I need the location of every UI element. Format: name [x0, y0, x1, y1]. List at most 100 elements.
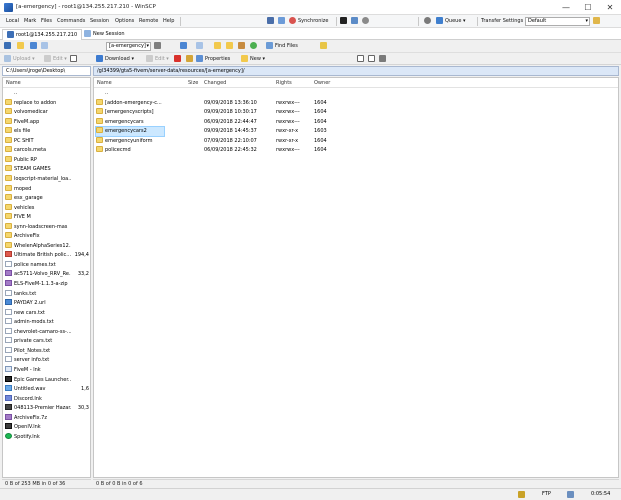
new-button[interactable]: New ▾: [241, 55, 265, 64]
local-edit-button[interactable]: Edit ▾: [44, 55, 67, 64]
remote-file-row[interactable]: policecmd 06/09/2018 22:45:32 rwxrwx--- 160…: [94, 146, 618, 155]
local-file-row[interactable]: volvomedicar: [3, 108, 90, 117]
download-button[interactable]: Download ▾: [96, 55, 134, 64]
local-file-row[interactable]: Pilot_Notes.txt: [3, 346, 90, 356]
remote-col-owner[interactable]: Owner: [314, 80, 330, 86]
local-back-button[interactable]: [30, 42, 39, 51]
local-file-row[interactable]: els file: [3, 127, 90, 136]
local-folder-button[interactable]: [17, 42, 26, 51]
menu-mark[interactable]: Mark: [24, 18, 36, 24]
local-file-row[interactable]: ac5711-Volvo_RRV_Re... 33,2: [3, 270, 90, 279]
local-file-row[interactable]: server info.txt: [3, 356, 90, 365]
remote-file-row[interactable]: ..: [94, 89, 618, 98]
local-file-row[interactable]: private cars.txt: [3, 337, 90, 346]
remote-back-button[interactable]: [180, 42, 189, 51]
remote-col-name[interactable]: Name: [97, 80, 112, 86]
remote-file-row[interactable]: [emergencyscripts] 09/09/2018 10:30:17 rwx…: [94, 108, 618, 117]
menu-files[interactable]: Files: [41, 18, 52, 24]
filter-toggle-button[interactable]: [379, 55, 388, 64]
remote-file-pane[interactable]: Name Size Changed Rights Owner .. [addon-…: [93, 77, 619, 478]
queue-settings-button[interactable]: [424, 17, 433, 26]
local-path-bar[interactable]: C:\Users\jroge\Desktop\: [2, 66, 91, 76]
tab-new-session[interactable]: New Session: [80, 29, 129, 40]
local-open-button[interactable]: [4, 42, 13, 51]
remote-filter-button[interactable]: [154, 42, 163, 51]
local-file-row[interactable]: Untitled.wav 1,6: [3, 385, 90, 394]
remote-refresh-button[interactable]: [250, 42, 259, 51]
local-file-row[interactable]: Discord.lnk: [3, 394, 90, 404]
tab-session[interactable]: root1@134.255.217.210: [2, 29, 83, 40]
remote-path-bar[interactable]: /gl34399/gta5-fivem/server-data/resource…: [93, 66, 619, 76]
remote-edit-button[interactable]: Edit ▾: [146, 55, 169, 64]
menu-options[interactable]: Options: [115, 18, 134, 24]
putty-button[interactable]: [351, 17, 360, 26]
local-file-row[interactable]: FiveM - lnk: [3, 365, 90, 375]
remote-file-row[interactable]: emergencycars2 09/09/2018 14:45:37 rwxr-xr…: [94, 126, 618, 138]
remote-root-button[interactable]: [226, 42, 235, 51]
remote-bookmark-button[interactable]: [320, 42, 329, 51]
local-file-row[interactable]: replace to addon: [3, 98, 90, 108]
compare-dirs-button[interactable]: [267, 17, 276, 26]
terminal-button[interactable]: [340, 17, 349, 26]
local-file-row[interactable]: Public RP: [3, 155, 90, 165]
transfer-settings-combo[interactable]: Default: [525, 17, 590, 26]
local-file-row[interactable]: ArchiveFix: [3, 232, 90, 241]
local-file-row[interactable]: chevrolet-camaro-ss-...: [3, 327, 90, 337]
local-file-row[interactable]: 048113-Premier Hazar... 30,3: [3, 404, 90, 413]
remote-delete-button[interactable]: [174, 55, 183, 64]
local-file-row[interactable]: OpenIV.lnk: [3, 423, 90, 432]
minimize-button[interactable]: —: [555, 0, 577, 15]
local-file-row[interactable]: Epic Games Launcher...: [3, 375, 90, 385]
remote-file-row[interactable]: emergencyuniform 07/09/2018 22:10:07 rwxr-…: [94, 136, 618, 146]
upload-button[interactable]: Upload ▾: [4, 55, 35, 64]
local-file-row[interactable]: STEAM GAMES: [3, 165, 90, 174]
local-file-row[interactable]: carcols.meta: [3, 146, 90, 155]
menu-commands[interactable]: Commands: [57, 18, 85, 24]
local-forward-button[interactable]: [41, 42, 50, 51]
local-plus-button[interactable]: [70, 55, 79, 64]
local-file-row[interactable]: new cars.txt: [3, 308, 90, 318]
local-file-row[interactable]: police names.txt: [3, 260, 90, 270]
remote-rename-button[interactable]: [186, 55, 195, 64]
synchronize-button[interactable]: Synchronize: [289, 17, 328, 26]
unselect-button[interactable]: [368, 55, 377, 64]
local-file-row[interactable]: Spotify.lnk: [3, 432, 90, 442]
close-button[interactable]: ✕: [599, 0, 621, 15]
local-file-row[interactable]: PAYDAY 2.url: [3, 299, 90, 308]
local-file-row[interactable]: vehicles: [3, 203, 90, 213]
local-file-row[interactable]: FIVE M: [3, 213, 90, 222]
local-col-name[interactable]: Name: [6, 80, 21, 86]
queue-button[interactable]: Queue ▾: [436, 17, 466, 26]
menu-remote[interactable]: Remote: [139, 18, 158, 24]
menu-session[interactable]: Session: [90, 18, 109, 24]
select-all-button[interactable]: [357, 55, 366, 64]
local-file-row[interactable]: Ultimate British polic... 194,4: [3, 251, 90, 260]
remote-dir-combo[interactable]: [a-emergency]: [106, 42, 151, 51]
local-file-row[interactable]: ELS-FiveM-1.1.3-a-zip: [3, 280, 90, 289]
maximize-button[interactable]: ☐: [577, 0, 599, 15]
remote-col-changed[interactable]: Changed: [204, 80, 226, 86]
local-file-row[interactable]: loqscript-material_loa...: [3, 174, 90, 184]
local-file-row[interactable]: WhelenAlphaSeries12...: [3, 241, 90, 251]
local-file-row[interactable]: tanks.txt: [3, 289, 90, 299]
menu-help[interactable]: Help: [163, 18, 174, 24]
local-file-row[interactable]: moped: [3, 184, 90, 194]
local-file-row[interactable]: ArchiveFix.7z: [3, 413, 90, 423]
sync-browse-button[interactable]: [278, 17, 287, 26]
local-file-row[interactable]: PC SHIT: [3, 136, 90, 146]
menu-local[interactable]: Local: [6, 18, 19, 24]
local-file-pane[interactable]: Name .. replace to addon volvomedicar FiveM…: [2, 77, 91, 478]
local-file-row[interactable]: synn-loadscreen-mas: [3, 222, 90, 232]
remote-col-size[interactable]: Size: [188, 80, 198, 86]
preferences-button[interactable]: [362, 17, 371, 26]
remote-file-row[interactable]: [addon-emergency-c... 09/09/2018 13:36:10…: [94, 98, 618, 108]
remote-home-button[interactable]: [238, 42, 247, 51]
local-file-row[interactable]: FiveM.app: [3, 117, 90, 127]
remote-col-rights[interactable]: Rights: [276, 80, 292, 86]
local-file-row[interactable]: admin-mods.txt: [3, 318, 90, 327]
transfer-settings-edit-button[interactable]: [593, 17, 602, 26]
remote-parent-button[interactable]: [214, 42, 223, 51]
properties-button[interactable]: Properties: [196, 55, 230, 64]
local-file-row[interactable]: esx_garage: [3, 194, 90, 203]
local-file-row[interactable]: ..: [3, 89, 90, 98]
